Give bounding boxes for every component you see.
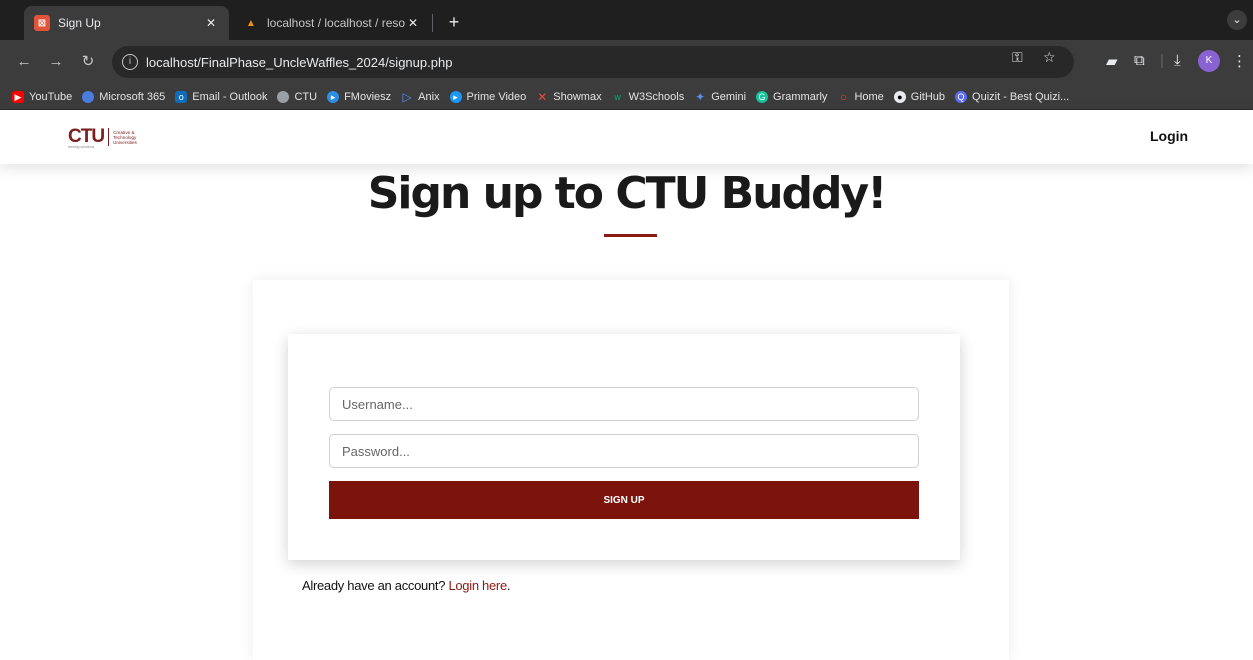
tab-separator	[432, 14, 433, 32]
sign-up-button[interactable]: SIGN UP	[329, 481, 919, 519]
grammarly-icon: G	[756, 90, 769, 103]
password-key-icon[interactable]: ⚿	[1012, 49, 1023, 66]
anix-icon: ▷	[402, 89, 412, 104]
w3schools-icon: w	[614, 91, 621, 102]
bookmark-github[interactable]: ● GitHub	[893, 90, 945, 103]
outlook-icon: o	[175, 90, 188, 103]
login-prompt: Already have an account? Login here.	[302, 578, 511, 593]
tab-title: localhost / localhost / resourc	[267, 16, 405, 30]
url-text: localhost/FinalPhase_UncleWaffles_2024/s…	[146, 54, 453, 70]
showmax-icon: ✕	[537, 89, 548, 104]
address-bar[interactable]: i localhost/FinalPhase_UncleWaffles_2024…	[112, 46, 1074, 78]
phpmyadmin-favicon-icon: ▲	[246, 17, 256, 29]
bookmark-home[interactable]: ○ Home	[837, 89, 884, 104]
site-header: CTU Creative & Technology Universities t…	[0, 110, 1253, 164]
close-tab-icon[interactable]: ✕	[405, 16, 421, 30]
site-info-icon[interactable]: i	[122, 54, 138, 70]
kebab-menu-icon[interactable]: ⋮	[1232, 52, 1247, 70]
tab-strip: ⊠ Sign Up ✕ ▲ localhost / localhost / re…	[0, 0, 1253, 40]
page-title: Sign up to CTU Buddy!	[367, 168, 888, 219]
bookmark-grammarly[interactable]: G Grammarly	[756, 90, 827, 103]
reload-icon[interactable]: ↻	[76, 50, 100, 74]
gemini-icon: ✦	[695, 89, 706, 104]
puzzle-extensions-icon[interactable]: ⧉	[1134, 52, 1145, 69]
download-icon[interactable]: ⤓	[1174, 52, 1181, 69]
microsoft-365-icon	[82, 90, 95, 103]
bookmarks-bar: ▶ YouTube Microsoft 365 o Email - Outlook …	[0, 84, 1253, 110]
tab-phpmyadmin[interactable]: ▲ localhost / localhost / resourc ✕	[233, 6, 431, 40]
bookmark-star-icon[interactable]: ☆	[1043, 49, 1056, 66]
login-here-link[interactable]: Login here	[448, 578, 507, 593]
youtube-icon: ▶	[12, 90, 24, 103]
globe-icon	[277, 90, 290, 103]
close-tab-icon[interactable]: ✕	[203, 16, 219, 30]
nav-login-link[interactable]: Login	[1150, 128, 1188, 144]
password-input[interactable]	[329, 434, 919, 468]
quizit-icon: Q	[955, 90, 968, 103]
bookmark-outlook[interactable]: o Email - Outlook	[175, 90, 267, 103]
prime-video-icon: ▸	[449, 90, 462, 103]
bookmark-youtube[interactable]: ▶ YouTube	[12, 90, 72, 103]
back-arrow-icon[interactable]: ←	[12, 50, 36, 74]
tab-title: Sign Up	[58, 16, 101, 30]
extension-icon[interactable]: ▰	[1106, 52, 1118, 70]
xampp-favicon-icon: ⊠	[34, 15, 50, 31]
toolbar-divider: |	[1160, 52, 1164, 69]
bookmark-showmax[interactable]: ✕ Showmax	[536, 91, 601, 103]
ctu-logo[interactable]: CTU Creative & Technology Universities t…	[68, 126, 137, 149]
chevron-down-icon[interactable]: ⌄	[1227, 10, 1247, 30]
bookmark-w3schools[interactable]: w W3Schools	[612, 91, 684, 103]
bookmark-quizit[interactable]: Q Quizit - Best Quizi...	[955, 90, 1069, 103]
browser-toolbar: ← → ↻ i localhost/FinalPhase_UncleWaffle…	[0, 40, 1253, 84]
title-underline	[604, 234, 657, 237]
profile-avatar[interactable]: K	[1198, 50, 1220, 72]
tab-sign-up[interactable]: ⊠ Sign Up ✕	[24, 6, 229, 40]
username-input[interactable]	[329, 387, 919, 421]
logo-tagline: training solutions	[68, 145, 95, 149]
logo-divider	[108, 128, 110, 146]
github-icon: ●	[893, 90, 906, 103]
bookmark-fmoviesz[interactable]: ▸ FMoviesz	[327, 90, 391, 103]
opera-home-icon: ○	[839, 89, 848, 104]
play-circle-icon: ▸	[327, 90, 340, 103]
forward-arrow-icon[interactable]: →	[44, 50, 68, 74]
bookmark-anix[interactable]: ▷ Anix	[401, 89, 440, 104]
bookmark-ctu[interactable]: CTU	[277, 90, 317, 103]
bookmark-microsoft-365[interactable]: Microsoft 365	[82, 90, 165, 103]
new-tab-button[interactable]: +	[442, 10, 466, 34]
login-prompt-text: Already have an account?	[302, 578, 449, 593]
login-prompt-period: .	[506, 578, 511, 593]
logo-subtitle: Creative & Technology Universities	[113, 129, 137, 145]
bookmark-prime-video[interactable]: ▸ Prime Video	[449, 90, 526, 103]
bookmark-gemini[interactable]: ✦ Gemini	[694, 91, 746, 103]
